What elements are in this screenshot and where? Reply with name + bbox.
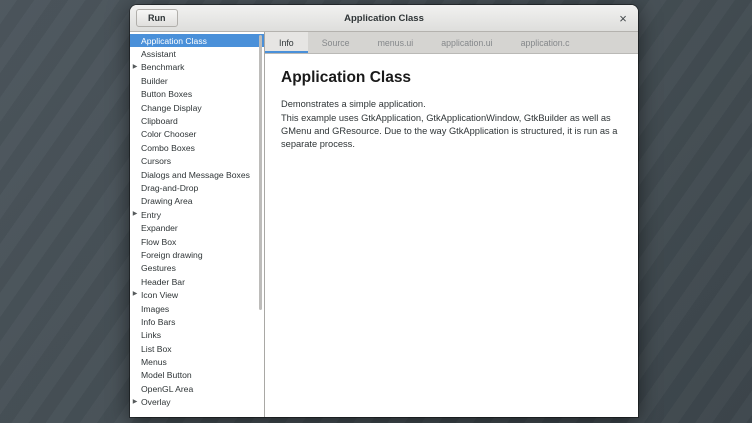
- sidebar-item-label: List Box: [140, 344, 172, 354]
- sidebar-item[interactable]: Builder: [130, 74, 264, 87]
- sidebar-item-label: Button Boxes: [140, 89, 192, 99]
- sidebar-item-label: OpenGL Area: [140, 384, 193, 394]
- sidebar-item-label: Assistant: [140, 49, 176, 59]
- tab-bar: InfoSourcemenus.uiapplication.uiapplicat…: [265, 32, 638, 54]
- sidebar-item-label: Change Display: [140, 103, 202, 113]
- main-pane: InfoSourcemenus.uiapplication.uiapplicat…: [265, 32, 638, 417]
- sidebar-item[interactable]: Menus: [130, 355, 264, 368]
- tab-source[interactable]: Source: [308, 32, 364, 53]
- sidebar-item[interactable]: ▶Overlay: [130, 396, 264, 409]
- sidebar-item[interactable]: Info Bars: [130, 315, 264, 328]
- sidebar-item-label: Images: [140, 304, 169, 314]
- sidebar-item[interactable]: Drag-and-Drop: [130, 181, 264, 194]
- sidebar-item-label: Foreign drawing: [140, 250, 203, 260]
- sidebar-item[interactable]: Clipboard: [130, 114, 264, 127]
- sidebar-item-label: Drag-and-Drop: [140, 183, 198, 193]
- sidebar-item[interactable]: Gestures: [130, 262, 264, 275]
- sidebar-item-label: Application Class: [140, 36, 207, 46]
- scrollbar-thumb[interactable]: [259, 35, 262, 310]
- sidebar-item[interactable]: Combo Boxes: [130, 141, 264, 154]
- sidebar-item-label: Info Bars: [140, 317, 175, 327]
- sidebar-item-label: Clipboard: [140, 116, 178, 126]
- content-paragraph-description: This example uses GtkApplication, GtkApp…: [281, 112, 622, 151]
- expander-icon[interactable]: ▶: [130, 288, 140, 301]
- sidebar-item-label: Gestures: [140, 263, 176, 273]
- sidebar-item[interactable]: Application Class: [130, 34, 264, 47]
- tab-menus-ui[interactable]: menus.ui: [364, 32, 428, 53]
- run-button[interactable]: Run: [136, 9, 178, 27]
- sidebar-item-label: Color Chooser: [140, 129, 196, 139]
- sidebar-item-label: Builder: [140, 76, 168, 86]
- sidebar-item-label: Menus: [140, 357, 167, 367]
- header-bar: Run Application Class ×: [130, 5, 638, 32]
- sidebar-item-label: Model Button: [140, 370, 192, 380]
- sidebar-item[interactable]: Images: [130, 302, 264, 315]
- expander-icon[interactable]: ▶: [130, 208, 140, 221]
- sidebar-item[interactable]: Foreign drawing: [130, 248, 264, 261]
- sidebar-item[interactable]: Links: [130, 329, 264, 342]
- sidebar-item[interactable]: Expander: [130, 221, 264, 234]
- window-title: Application Class: [130, 13, 638, 24]
- sidebar: Application ClassAssistant▶BenchmarkBuil…: [130, 32, 265, 417]
- sidebar-item-label: Links: [140, 330, 161, 340]
- sidebar-item[interactable]: Change Display: [130, 101, 264, 114]
- sidebar-item[interactable]: List Box: [130, 342, 264, 355]
- tab-application-c[interactable]: application.c: [507, 32, 584, 53]
- window-body: Application ClassAssistant▶BenchmarkBuil…: [130, 32, 638, 417]
- content-pane: Application Class Demonstrates a simple …: [265, 54, 638, 417]
- sidebar-item[interactable]: Assistant: [130, 47, 264, 60]
- content-heading: Application Class: [281, 69, 622, 87]
- sidebar-list: Application ClassAssistant▶BenchmarkBuil…: [130, 34, 264, 409]
- close-icon[interactable]: ×: [614, 9, 632, 27]
- sidebar-item[interactable]: Drawing Area: [130, 195, 264, 208]
- tab-info[interactable]: Info: [265, 32, 308, 53]
- expander-icon[interactable]: ▶: [130, 61, 140, 74]
- app-window: Run Application Class × Application Clas…: [130, 5, 638, 417]
- sidebar-item-label: Expander: [140, 223, 178, 233]
- sidebar-scrollbar[interactable]: [259, 35, 263, 417]
- expander-icon[interactable]: ▶: [130, 396, 140, 409]
- sidebar-item-label: Entry: [140, 210, 161, 220]
- sidebar-item-label: Header Bar: [140, 277, 185, 287]
- sidebar-item-label: Dialogs and Message Boxes: [140, 170, 250, 180]
- sidebar-item[interactable]: Model Button: [130, 369, 264, 382]
- sidebar-item[interactable]: Header Bar: [130, 275, 264, 288]
- sidebar-item-label: Cursors: [140, 156, 171, 166]
- sidebar-item[interactable]: Dialogs and Message Boxes: [130, 168, 264, 181]
- sidebar-item-label: Benchmark: [140, 62, 184, 72]
- content-paragraph-summary: Demonstrates a simple application.: [281, 98, 622, 111]
- sidebar-item[interactable]: ▶Entry: [130, 208, 264, 221]
- desktop-background: Run Application Class × Application Clas…: [0, 0, 752, 423]
- tab-application-ui[interactable]: application.ui: [427, 32, 506, 53]
- sidebar-item[interactable]: Color Chooser: [130, 128, 264, 141]
- sidebar-item-label: Overlay: [140, 397, 171, 407]
- sidebar-item[interactable]: Flow Box: [130, 235, 264, 248]
- sidebar-item-label: Drawing Area: [140, 196, 193, 206]
- sidebar-item-label: Icon View: [140, 290, 178, 300]
- sidebar-item[interactable]: ▶Benchmark: [130, 61, 264, 74]
- sidebar-item-label: Flow Box: [140, 237, 176, 247]
- sidebar-item[interactable]: Cursors: [130, 155, 264, 168]
- sidebar-item[interactable]: ▶Icon View: [130, 288, 264, 301]
- sidebar-item-label: Combo Boxes: [140, 143, 195, 153]
- sidebar-item[interactable]: OpenGL Area: [130, 382, 264, 395]
- sidebar-item[interactable]: Button Boxes: [130, 88, 264, 101]
